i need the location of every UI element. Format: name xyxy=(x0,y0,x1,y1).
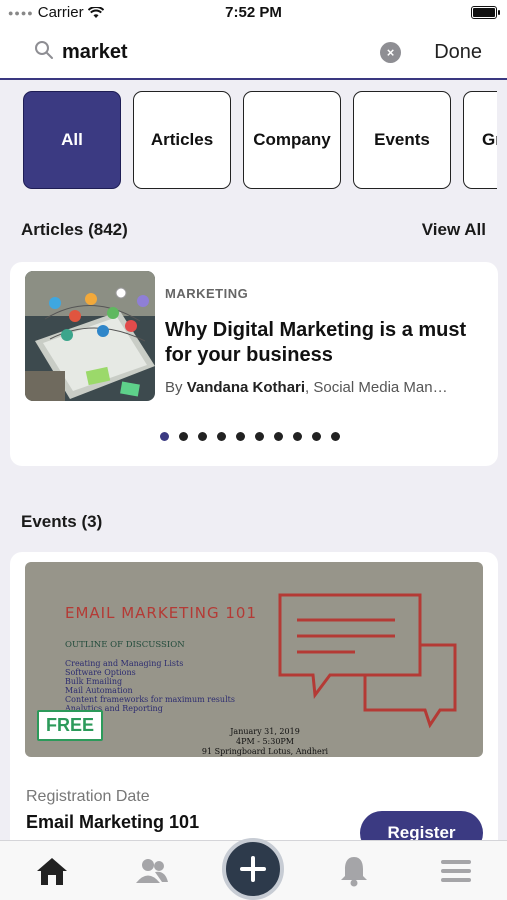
banner-outline: OUTLINE OF DISCUSSION xyxy=(65,640,185,650)
pager-dot[interactable] xyxy=(255,432,264,441)
view-all-link[interactable]: View All xyxy=(422,220,486,240)
banner-topic: Software Options xyxy=(65,668,136,677)
banner-time-line: 4PM - 5:30PM xyxy=(236,737,294,746)
tab-home[interactable] xyxy=(34,853,70,889)
clear-search-button[interactable]: × xyxy=(380,42,401,63)
add-button[interactable] xyxy=(222,838,284,900)
search-icon xyxy=(35,41,53,59)
tab-people[interactable] xyxy=(134,853,170,889)
pager-dot[interactable] xyxy=(160,432,169,441)
registration-date-label: Registration Date xyxy=(26,788,150,805)
event-name[interactable]: Email Marketing 101 xyxy=(26,812,199,833)
tab-notifications[interactable] xyxy=(336,853,372,889)
pager-dot[interactable] xyxy=(179,432,188,441)
pager-dot[interactable] xyxy=(331,432,340,441)
filter-chip-events[interactable]: Events xyxy=(353,91,451,189)
banner-date: January 31, 2019 4PM - 5:30PM 91 Springb… xyxy=(175,727,355,757)
tab-bar xyxy=(0,838,507,900)
filter-chip-articles[interactable]: Articles xyxy=(133,91,231,189)
pager-dot[interactable] xyxy=(198,432,207,441)
articles-section-header: Articles (842) View All xyxy=(21,220,486,240)
banner-topic: Content frameworks for maximum results xyxy=(65,695,235,704)
author-role: , Social Media Man… xyxy=(305,379,448,396)
tab-menu[interactable] xyxy=(438,853,474,889)
pager-dot[interactable] xyxy=(236,432,245,441)
pager-dot[interactable] xyxy=(217,432,226,441)
banner-topic: Mail Automation xyxy=(65,686,133,695)
banner-topic: Creating and Managing Lists xyxy=(65,659,184,668)
events-section-header: Events (3) xyxy=(21,512,486,532)
article-title[interactable]: Why Digital Marketing is a must for your… xyxy=(165,318,485,368)
event-card[interactable]: EMAIL MARKETING 101 OUTLINE OF DISCUSSIO… xyxy=(10,552,498,855)
battery-icon xyxy=(471,6,500,19)
search-bar: × Done xyxy=(0,28,507,80)
banner-venue-line: 91 Springboard Lotus, Andheri xyxy=(201,747,329,756)
people-icon xyxy=(136,859,168,883)
filter-chip-groups[interactable]: Gr xyxy=(463,91,497,189)
filter-chip-company[interactable]: Company xyxy=(243,91,341,189)
home-icon xyxy=(37,858,67,885)
banner-date-line: January 31, 2019 xyxy=(230,727,300,736)
pager-dot[interactable] xyxy=(274,432,283,441)
article-card[interactable]: MARKETING Why Digital Marketing is a mus… xyxy=(10,262,498,466)
pager-dot[interactable] xyxy=(312,432,321,441)
event-banner: EMAIL MARKETING 101 OUTLINE OF DISCUSSIO… xyxy=(25,562,483,757)
filter-chips: All Articles Company Events Gr xyxy=(23,91,497,189)
status-time: 7:52 PM xyxy=(225,4,282,21)
article-byline: By Vandana Kothari, Social Media Man… xyxy=(165,379,485,396)
article-thumbnail xyxy=(25,271,155,401)
done-button[interactable]: Done xyxy=(434,41,482,64)
article-author[interactable]: Vandana Kothari xyxy=(187,379,305,396)
free-badge: FREE xyxy=(37,710,104,741)
banner-topic: Bulk Emailing xyxy=(65,677,123,686)
banner-title: EMAIL MARKETING 101 xyxy=(65,604,257,622)
menu-icon xyxy=(441,860,471,882)
bell-icon xyxy=(341,857,367,887)
banner-topics: Creating and Managing Lists Software Opt… xyxy=(65,659,235,713)
plus-icon xyxy=(240,856,266,882)
article-category: MARKETING xyxy=(165,286,249,301)
events-section-title: Events (3) xyxy=(21,512,103,531)
pager-dot[interactable] xyxy=(293,432,302,441)
filter-chip-all[interactable]: All xyxy=(23,91,121,189)
carousel-pager[interactable] xyxy=(160,432,340,441)
status-bar: ●●●● Carrier 7:52 PM xyxy=(0,0,507,28)
search-input[interactable] xyxy=(62,39,362,65)
articles-section-title: Articles (842) xyxy=(21,220,128,239)
chat-bubbles-graphic xyxy=(278,593,457,729)
byline-prefix: By xyxy=(165,379,187,396)
